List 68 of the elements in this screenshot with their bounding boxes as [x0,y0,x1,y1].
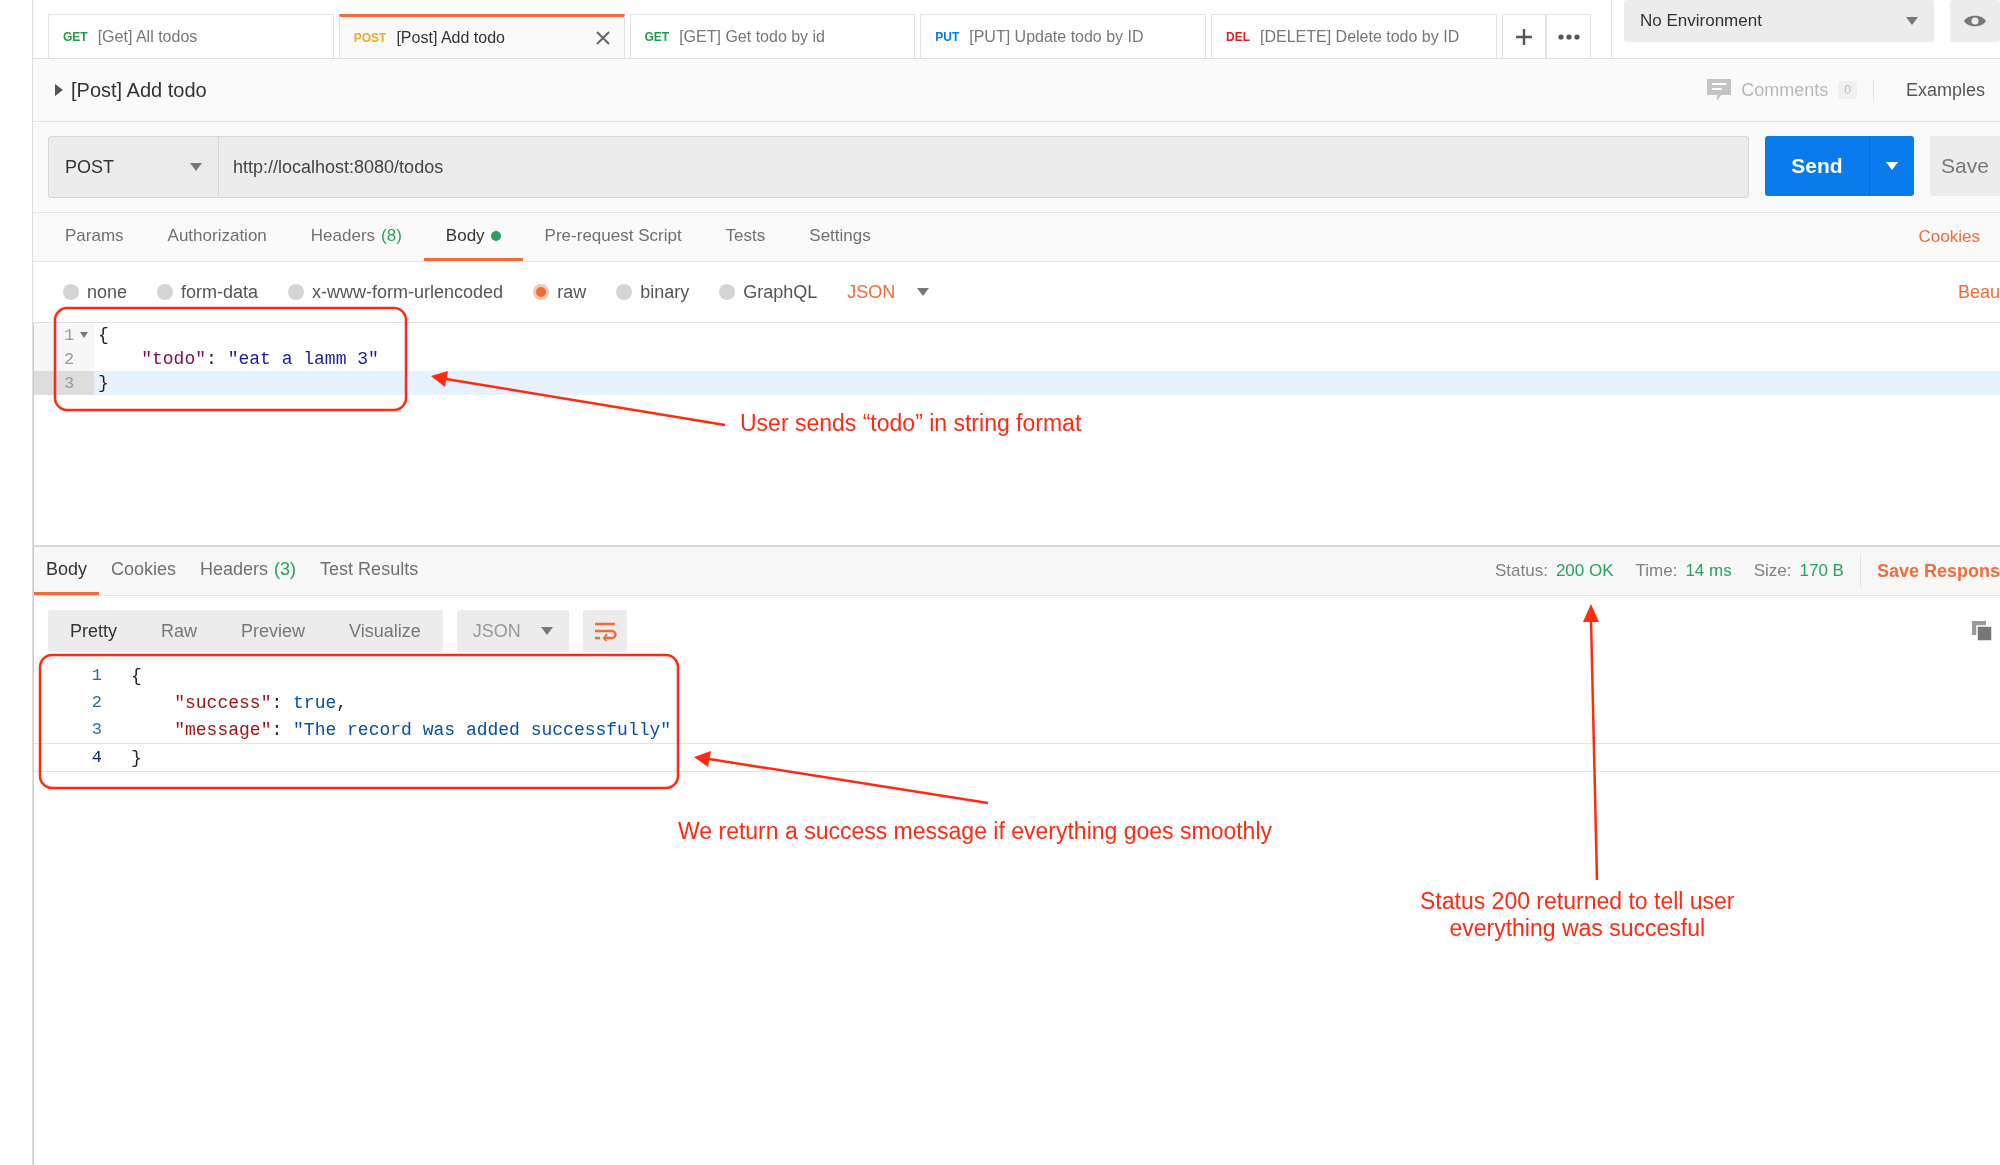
response-tab[interactable]: Headers (3) [188,547,309,595]
line-number: 3 [63,373,76,393]
request-tab[interactable]: POST [Post] Add todo [338,14,625,58]
stat-value: 200 OK [1555,561,1614,581]
radio-label: GraphQL [743,281,818,303]
method-label: GET [644,29,670,44]
request-tab[interactable]: GET [Get] All todos [48,14,334,58]
radio-label: none [87,281,128,303]
stat-label: Status: [1494,561,1548,581]
request-section-tab[interactable]: Pre-request Script [522,213,704,261]
line-number: 1 [90,666,103,685]
annotation-text: Status 200 returned to tell user everything was succesful [1420,888,1735,942]
view-tab[interactable]: Preview [219,610,328,652]
save-response-link[interactable]: Save Respons [1860,560,2000,582]
request-title: [Post] Add todo [71,78,208,102]
request-tab[interactable]: DEL [DELETE] Delete todo by ID [1211,14,1497,58]
request-section-tab[interactable]: Settings [787,213,893,261]
tab-title: [DELETE] Delete todo by ID [1260,27,1461,46]
stat-value: 170 B [1799,561,1844,581]
method-label: POST [353,30,387,45]
radio-label: raw [557,281,587,303]
request-tab[interactable]: PUT [PUT] Update todo by ID [920,14,1206,58]
stat-label: Time: [1635,561,1678,581]
stat-label: Size: [1753,561,1792,581]
tab-title: [GET] Get todo by id [679,27,826,46]
method-label: PUT [935,29,960,44]
code-line: "todo": "eat a lamm 3" [140,349,379,369]
view-tab[interactable]: Visualize [327,610,443,652]
annotation-text: We return a success message if everything goes smoothly [678,818,1272,845]
cookies-link[interactable]: Cookies [1918,227,1980,247]
request-section-tab[interactable]: Authorization [145,213,289,261]
method-label: GET [63,29,88,44]
tab-title: [PUT] Update todo by ID [969,27,1145,46]
environment-dropdown[interactable]: No Environment [1624,0,1934,42]
save-button[interactable]: Save [1930,136,2000,196]
code-line: { [97,325,109,345]
response-tab[interactable]: Cookies [99,547,189,595]
tab-title: [Post] Add todo [396,28,506,47]
line-number: 2 [90,693,103,712]
format-dropdown[interactable]: JSON [847,281,930,303]
code-line: } [97,373,109,393]
request-tab[interactable]: GET [GET] Get todo by id [629,14,916,58]
line-number: 3 [90,720,103,739]
view-tab[interactable]: Pretty [48,610,139,652]
code-line: { [130,665,142,686]
line-number: 4 [90,748,103,767]
stat-value: 14 ms [1685,561,1732,581]
line-number: 1 [63,325,76,345]
request-section-tab[interactable]: Tests [703,213,788,261]
send-button[interactable]: Send [1765,136,1914,196]
radio-label: form-data [181,281,259,303]
method-label: DEL [1226,29,1250,44]
response-tab[interactable]: Test Results [308,547,431,595]
view-tab[interactable]: Raw [139,610,220,652]
response-tab[interactable]: Body [34,547,100,595]
request-section-tab[interactable]: Headers (8) [288,213,424,261]
line-number: 2 [63,349,76,369]
radio-label: x-www-form-urlencoded [312,281,504,303]
request-section-tab[interactable]: Params [43,213,146,261]
format-dropdown[interactable]: JSON [456,610,569,652]
code-line: "message": "The record was added successfully" [173,719,672,740]
radio-label: binary [640,281,690,303]
code-line: "success": true, [173,692,348,713]
examples-link[interactable]: Examples [1881,79,1985,101]
tab-title: [Get] All todos [97,27,199,46]
beautify-link[interactable]: Beau [1957,281,2000,303]
code-line: } [130,747,142,768]
annotation-text: User sends “todo” in string format [740,410,1082,437]
